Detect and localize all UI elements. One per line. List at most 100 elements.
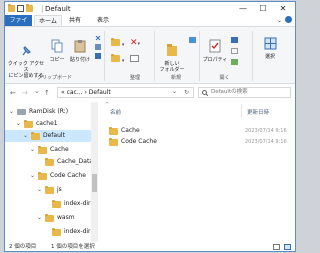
status-bar: 2 個の項目 1 個の項目を選択 [5, 242, 295, 251]
large-icons-view-icon[interactable] [284, 244, 291, 250]
tree-item-label: Default [43, 132, 65, 139]
chevron-down-icon[interactable]: ⌄ [37, 184, 42, 196]
tree-item-cache[interactable]: ⌄ Cache [5, 144, 91, 156]
tab-view[interactable]: 表示 [93, 15, 113, 26]
open-group-label: 開く [219, 75, 230, 81]
paste-shortcut-icon[interactable] [95, 53, 101, 59]
chevron-down-icon: ▾ [121, 58, 125, 64]
copy-to-button[interactable]: ▾ [111, 54, 125, 64]
copy-button[interactable]: コピー [48, 39, 66, 63]
cut-icon[interactable] [95, 35, 101, 41]
pin-icon [22, 46, 32, 56]
list-item[interactable]: Code Cache 2023/07/14 9:16 [105, 137, 290, 147]
tree-item-ramdisk[interactable]: ⌄ RamDisk (R:) [5, 106, 91, 118]
sort-indicator-icon: ^ [105, 102, 110, 108]
column-divider[interactable] [241, 104, 242, 118]
tree-item-cache-data[interactable]: Cache_Data [5, 156, 93, 168]
chevron-down-icon[interactable]: ⌄ [23, 130, 28, 142]
chevron-down-icon[interactable]: ⌄ [30, 144, 35, 156]
new-folder-label: 新しい フォルダー [159, 61, 185, 73]
details-view-icon[interactable] [273, 244, 280, 250]
tree-item-label: Code Cache [50, 172, 86, 179]
drive-icon [17, 109, 26, 115]
select-icon [264, 37, 276, 50]
tree-item-js[interactable]: ⌄ js [5, 184, 91, 196]
back-button[interactable]: ← [10, 89, 16, 97]
forward-button[interactable]: → [22, 89, 28, 97]
column-header-name[interactable]: 名前 [110, 108, 121, 116]
refresh-icon[interactable]: ↻ [184, 88, 189, 97]
new-item-icon[interactable] [189, 37, 196, 43]
recent-locations-button[interactable]: ⌄ [34, 87, 40, 95]
navigation-scrollbar[interactable] [91, 102, 98, 242]
file-modified: 2023/07/14 9:16 [245, 139, 287, 145]
checkbox-icon[interactable] [17, 5, 24, 12]
folder-icon [8, 4, 15, 12]
explorer-window: | Default — ☐ ✕ ファイル ホーム 共有 表示 ⌄ クイック アク… [4, 1, 296, 252]
tree-item-label: wasm [57, 214, 75, 221]
open-icon[interactable] [231, 37, 238, 43]
file-list: ^ 名前 更新日時 Cache 2023/07/14 9:16 Code Cac… [100, 102, 295, 242]
ribbon-separator [104, 31, 105, 81]
breadcrumb[interactable]: « cac... › Default ⌄ ↻ [57, 87, 194, 98]
chevron-down-icon[interactable]: ⌄ [37, 212, 42, 224]
history-icon[interactable] [231, 59, 238, 65]
ribbon-separator [154, 31, 155, 81]
help-icon[interactable] [285, 16, 292, 23]
chevron-down-icon: ▾ [121, 42, 125, 48]
chevron-down-icon[interactable]: ⌄ [9, 106, 14, 118]
move-folder-icon [111, 38, 120, 46]
maximize-button[interactable]: ☐ [253, 2, 273, 15]
tree-item-wasm[interactable]: ⌄ wasm [5, 212, 91, 224]
properties-icon [209, 39, 221, 53]
expand-ribbon-icon[interactable]: ⌄ [277, 17, 282, 24]
minimize-button[interactable]: — [233, 2, 253, 15]
up-button[interactable]: ↑ [44, 89, 50, 97]
move-to-button[interactable]: ▾ [111, 38, 125, 48]
tree-item-code-cache[interactable]: ⌄ Code Cache [5, 170, 91, 182]
file-modified: 2023/07/14 9:16 [245, 128, 287, 134]
clipboard-group-label: クリップボード [36, 75, 72, 81]
edit-icon[interactable] [231, 48, 238, 54]
tree-item-cache1[interactable]: ⌄ cache1 [5, 118, 91, 130]
file-name: Cache [121, 127, 140, 134]
tree-item-label: Cache [50, 146, 69, 153]
path-dropdown-icon[interactable]: ⌄ [172, 87, 177, 96]
tab-home[interactable]: ホーム [34, 15, 62, 26]
file-name: Code Cache [121, 138, 157, 145]
folder-icon[interactable] [26, 4, 33, 12]
title-separator: | [41, 5, 44, 13]
select-button[interactable]: 選択 [258, 37, 282, 60]
tree-item-js-index-dir[interactable]: index-dir [5, 198, 91, 210]
copy-path-icon[interactable] [95, 44, 101, 50]
new-folder-icon [167, 44, 177, 56]
chevron-down-icon[interactable]: ⌄ [30, 170, 35, 182]
select-label: 選択 [264, 54, 275, 60]
copy-icon [51, 39, 63, 53]
scrollbar-thumb[interactable] [92, 174, 97, 192]
list-item[interactable]: Cache 2023/07/14 9:16 [105, 126, 290, 136]
tree-item-label: index-dir [64, 200, 91, 207]
rename-icon[interactable] [130, 55, 139, 62]
delete-icon[interactable]: ✕▾ [130, 38, 140, 48]
tree-item-label: RamDisk (R:) [29, 108, 69, 115]
search-input[interactable]: Defaultの検索 [198, 87, 291, 98]
tree-item-label: index-dir [64, 228, 91, 235]
quick-access-toolbar [8, 4, 33, 12]
tab-share[interactable]: 共有 [65, 15, 85, 26]
new-folder-button[interactable]: 新しい フォルダー [156, 37, 188, 79]
search-icon [202, 90, 208, 96]
folder-icon [24, 120, 33, 128]
ribbon-separator [199, 31, 200, 81]
properties-button[interactable]: プロパティ [202, 39, 228, 63]
chevron-down-icon[interactable]: ⌄ [16, 118, 21, 130]
folder-icon [31, 132, 40, 140]
close-button[interactable]: ✕ [273, 2, 293, 15]
ribbon-separator [252, 31, 253, 81]
column-header-modified[interactable]: 更新日時 [247, 108, 269, 116]
paste-button[interactable]: 貼り付け [68, 39, 92, 63]
tree-item-default[interactable]: ⌄ Default [5, 130, 91, 142]
tree-item-wasm-index-dir[interactable]: index-dir [5, 226, 91, 238]
copy-folder-icon [111, 54, 120, 62]
tab-file[interactable]: ファイル [5, 15, 32, 35]
